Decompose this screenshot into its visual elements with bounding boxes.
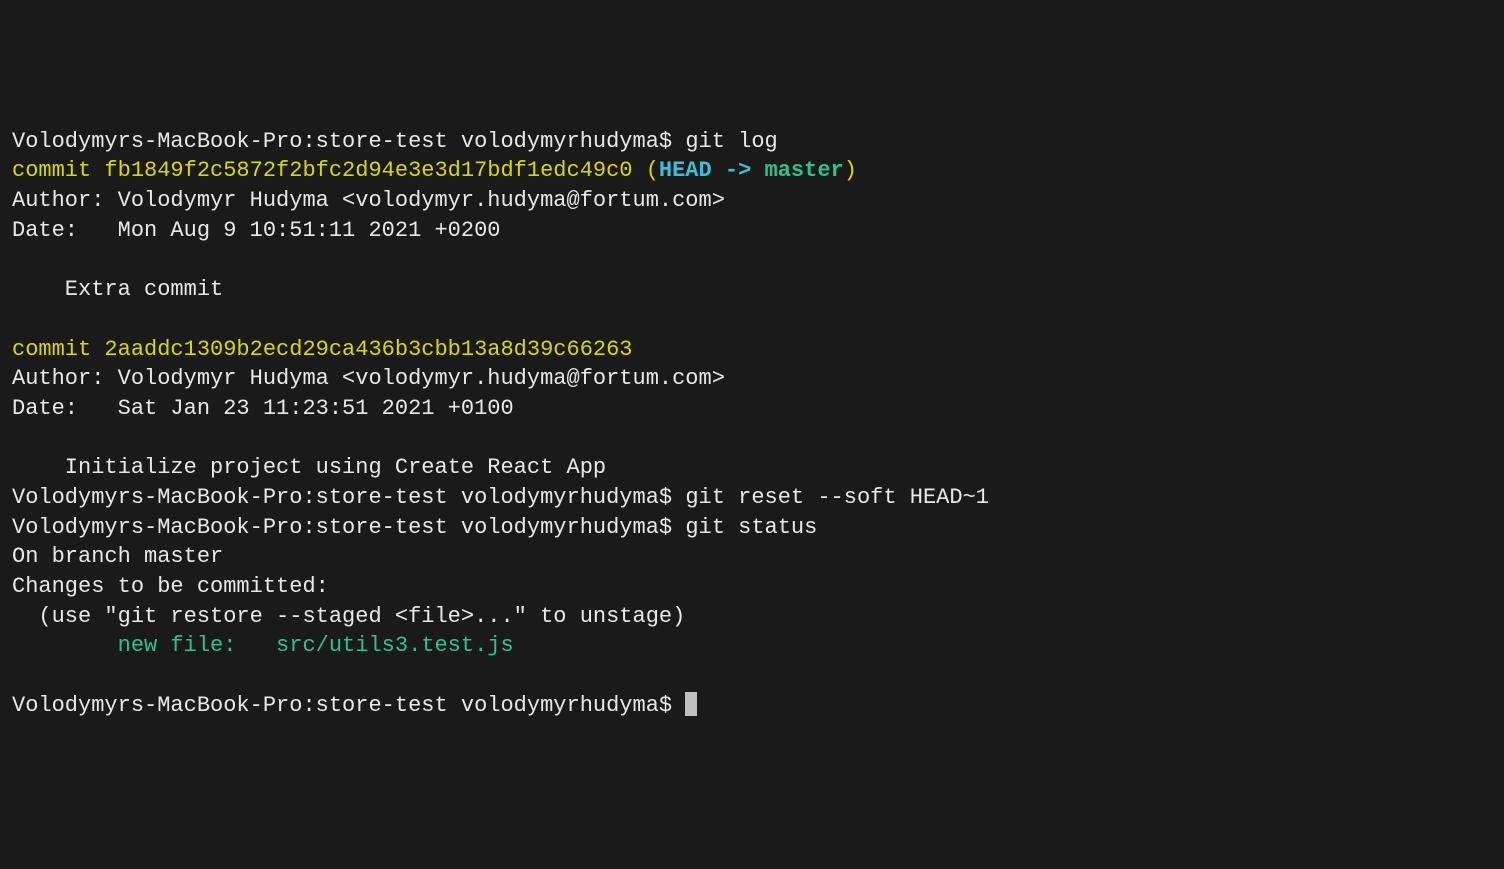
date-line-1: Date: Mon Aug 9 10:51:11 2021 +0200 [12,218,500,243]
prompt-line-3: Volodymyrs-MacBook-Pro:store-test volody… [12,515,817,540]
author-line-2: Author: Volodymyr Hudyma <volodymyr.hudy… [12,366,725,391]
prompt-line-2: Volodymyrs-MacBook-Pro:store-test volody… [12,485,989,510]
prompt-line-4: Volodymyrs-MacBook-Pro:store-test volody… [12,693,685,718]
changes-header: Changes to be committed: [12,574,329,599]
commit-line-1: commit fb1849f2c5872f2bfc2d94e3e3d17bdf1… [12,158,857,183]
new-file-line: new file: src/utils3.test.js [12,633,514,658]
branch-status: On branch master [12,544,223,569]
commit-message-1: Extra commit [12,277,223,302]
prompt-line-1: Volodymyrs-MacBook-Pro:store-test volody… [12,129,778,154]
commit-line-2: commit 2aaddc1309b2ecd29ca436b3cbb13a8d3… [12,337,633,362]
date-line-2: Date: Sat Jan 23 11:23:51 2021 +0100 [12,396,514,421]
terminal-output[interactable]: Volodymyrs-MacBook-Pro:store-test volody… [12,127,1492,721]
commit-message-2: Initialize project using Create React Ap… [12,455,606,480]
unstage-hint: (use "git restore --staged <file>..." to… [12,604,685,629]
cursor-icon [685,692,697,716]
author-line-1: Author: Volodymyr Hudyma <volodymyr.hudy… [12,188,725,213]
